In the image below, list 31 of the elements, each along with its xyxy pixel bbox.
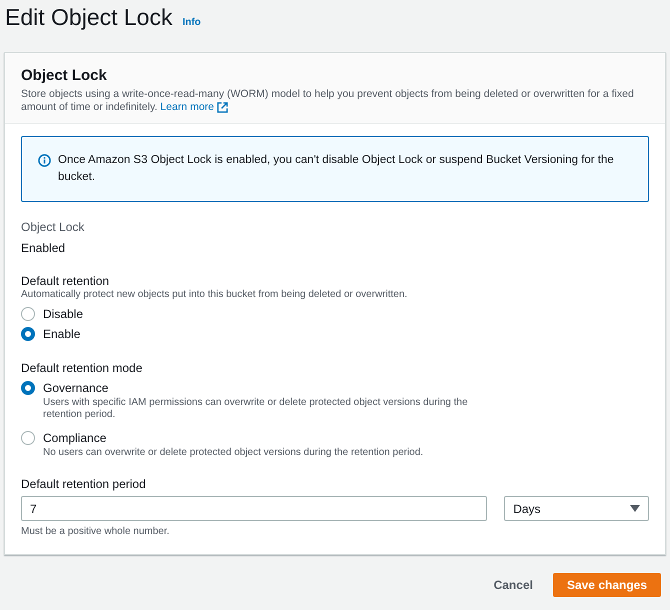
alert-message: Once Amazon S3 Object Lock is enabled, you can't disable Object Lock or suspend Bucket Versioning for the bucket. [58, 153, 615, 185]
cancel-button[interactable]: Cancel [480, 573, 547, 597]
caret-down-icon [630, 505, 640, 512]
radio-label: Disable [43, 306, 84, 322]
field-label: Object Lock [21, 219, 86, 235]
radio-button[interactable] [21, 307, 35, 321]
radio-label: Governance [43, 380, 108, 396]
external-link-icon [217, 102, 228, 113]
info-link[interactable]: Info [182, 15, 201, 30]
radio-button[interactable] [21, 327, 35, 341]
field-hint: Must be a positive whole number. [21, 526, 170, 538]
radio-label: Enable [43, 326, 80, 342]
field-value: Enabled [21, 240, 66, 256]
field-label: Default retention [21, 273, 110, 289]
panel-title: Object Lock [21, 66, 108, 86]
option-description: No users can overwrite or delete protected object versions during the retention period. [43, 447, 424, 459]
field-description: Automatically protect new objects put into this bucket from being deleted or overwritten. [21, 289, 408, 301]
info-icon [38, 154, 51, 167]
input-value: 7 [30, 500, 37, 518]
learn-more-link[interactable]: Learn more [160, 101, 228, 114]
unit-dropdown[interactable]: Days [504, 496, 649, 521]
field-label: Default retention period [21, 476, 147, 492]
panel-description: Store objects using a write-once-read-many (WORM) model to help you prevent objects from being deleted or overwritten for a fixed amount of time or indefinitely. Learn more [21, 88, 635, 114]
radio-button[interactable] [21, 381, 35, 395]
option-description: Users with specific IAM permissions can overwrite or delete protected object versions during the retention period. [43, 397, 469, 421]
radio-button[interactable] [21, 431, 35, 445]
dropdown-value: Days [513, 500, 541, 518]
input-field[interactable]: 7 [21, 496, 488, 521]
field-label: Default retention mode [21, 360, 144, 376]
radio-label: Compliance [43, 430, 106, 446]
page-title: Edit Object Lock [5, 3, 172, 32]
